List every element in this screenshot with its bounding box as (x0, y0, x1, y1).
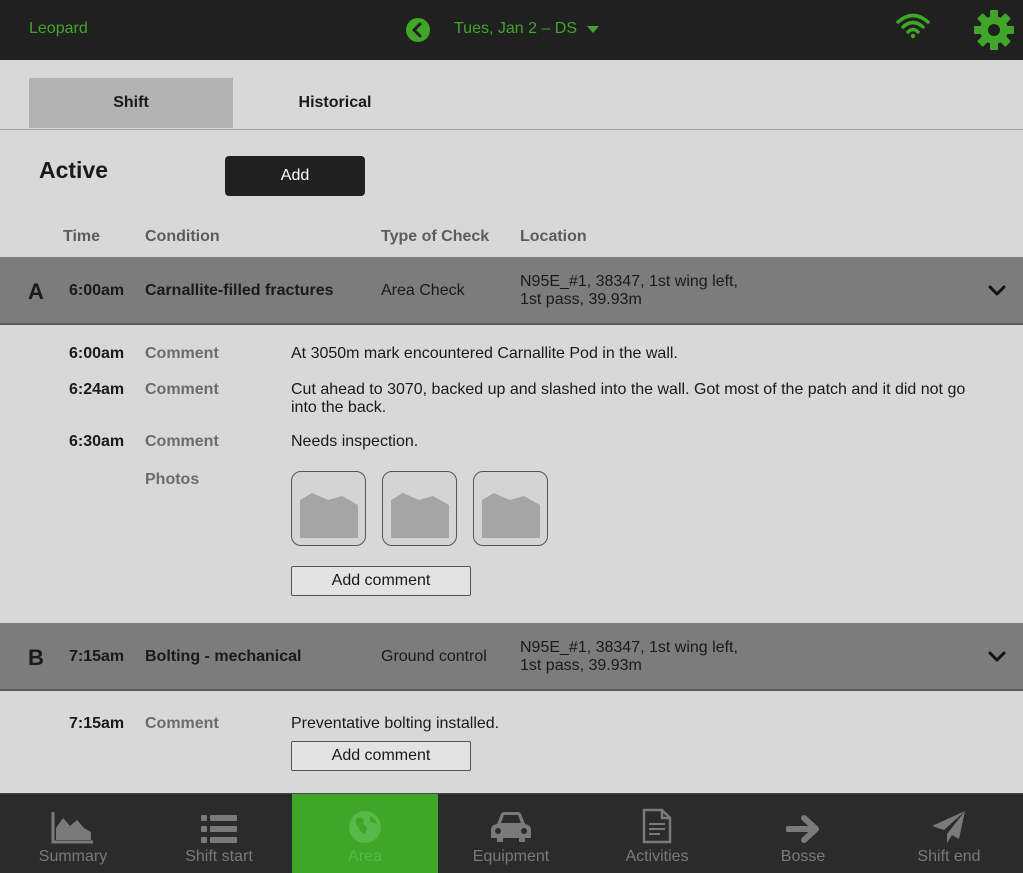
photos-label: Photos (145, 471, 200, 488)
nav-bosse[interactable]: Bosse (730, 794, 876, 873)
nav-equipment[interactable]: Equipment (438, 794, 584, 873)
row-condition: Carnallite-filled fractures (145, 282, 334, 299)
list-icon (201, 815, 237, 843)
chevron-down-icon[interactable] (587, 26, 599, 33)
add-comment-button[interactable]: Add comment (291, 566, 471, 596)
nav-summary[interactable]: Summary (0, 794, 146, 873)
nav-label: Summary (38, 848, 108, 865)
entry-time: 6:24am (69, 381, 125, 398)
photo-thumbnail[interactable] (382, 471, 457, 546)
column-header-time: Time (63, 228, 101, 245)
nav-shift-start[interactable]: Shift start (146, 794, 292, 873)
photo-thumbnail[interactable] (291, 471, 366, 546)
entry-label: Comment (145, 715, 219, 732)
wifi-icon (896, 13, 930, 44)
entry-time: 7:15am (69, 715, 125, 732)
row-type: Area Check (381, 282, 465, 299)
entry-time: 6:30am (69, 433, 125, 450)
back-icon[interactable] (406, 18, 430, 42)
entry-text: Needs inspection. (291, 433, 419, 450)
nav-shift-end[interactable]: Shift end (876, 794, 1022, 873)
top-bar: Leopard Tues, Jan 2 – DS (0, 0, 1023, 60)
entry-label: Comment (145, 345, 219, 362)
row-time: 6:00am (69, 282, 125, 299)
chart-icon (51, 812, 93, 844)
location-line: N95E_#1, 38347, 1st wing left, (520, 273, 738, 290)
nav-label: Equipment (472, 848, 550, 865)
nav-activities[interactable]: Activities (584, 794, 730, 873)
row-location: N95E_#1, 38347, 1st wing left, 1st pass,… (520, 273, 780, 309)
add-button[interactable]: Add (225, 156, 365, 196)
photo-thumbnail[interactable] (473, 471, 548, 546)
entry-label: Comment (145, 381, 219, 398)
row-letter: B (28, 645, 44, 670)
row-letter: A (28, 279, 44, 304)
row-header-b[interactable]: B 7:15am Bolting - mechanical Ground con… (0, 623, 1023, 691)
row-header-a[interactable]: A 6:00am Carnallite-filled fractures Are… (0, 257, 1023, 325)
entry-label: Comment (145, 433, 219, 450)
entry-text: Preventative bolting installed. (291, 715, 500, 732)
document-icon (642, 808, 672, 844)
row-type: Ground control (381, 648, 487, 665)
location-line: N95E_#1, 38347, 1st wing left, (520, 639, 738, 656)
image-icon (391, 493, 449, 538)
entry-time: 6:00am (69, 345, 125, 362)
column-header-condition: Condition (145, 228, 220, 245)
row-location: N95E_#1, 38347, 1st wing left, 1st pass,… (520, 639, 780, 675)
tab-bar: Shift Historical (0, 60, 1023, 130)
bottom-nav: Summary Shift start Area Equipment Activ… (0, 793, 1023, 873)
car-icon (491, 812, 531, 842)
column-header-location: Location (520, 228, 587, 245)
gear-icon[interactable] (972, 8, 1016, 57)
send-icon (932, 811, 965, 843)
row-condition: Bolting - mechanical (145, 648, 302, 665)
nav-label: Shift start (185, 848, 253, 865)
tab-shift[interactable]: Shift (29, 78, 233, 128)
nav-label: Activities (625, 848, 689, 865)
entry-text: Cut ahead to 3070, backed up and slashed… (291, 381, 966, 416)
add-comment-button[interactable]: Add comment (291, 741, 471, 771)
chevron-down-icon[interactable] (987, 650, 1007, 664)
image-icon (482, 493, 540, 538)
location-line: 1st pass, 39.93m (520, 291, 642, 308)
entry-text: At 3050m mark encountered Carnallite Pod… (291, 345, 678, 362)
arrow-right-icon (786, 815, 819, 843)
column-header-type: Type of Check (381, 228, 490, 245)
app-name: Leopard (29, 20, 88, 37)
row-time: 7:15am (69, 648, 125, 665)
location-line: 1st pass, 39.93m (520, 657, 642, 674)
nav-label: Bosse (780, 848, 826, 865)
globe-icon (349, 811, 381, 843)
nav-label: Shift end (917, 848, 981, 865)
row-detail-b (0, 691, 1023, 793)
chevron-down-icon[interactable] (987, 284, 1007, 298)
tab-historical[interactable]: Historical (233, 78, 437, 128)
image-icon (300, 493, 358, 538)
nav-area[interactable]: Area (292, 794, 438, 873)
shift-selector[interactable]: Tues, Jan 2 – DS (454, 20, 577, 38)
section-title: Active (39, 157, 109, 183)
nav-label: Area (348, 848, 382, 865)
